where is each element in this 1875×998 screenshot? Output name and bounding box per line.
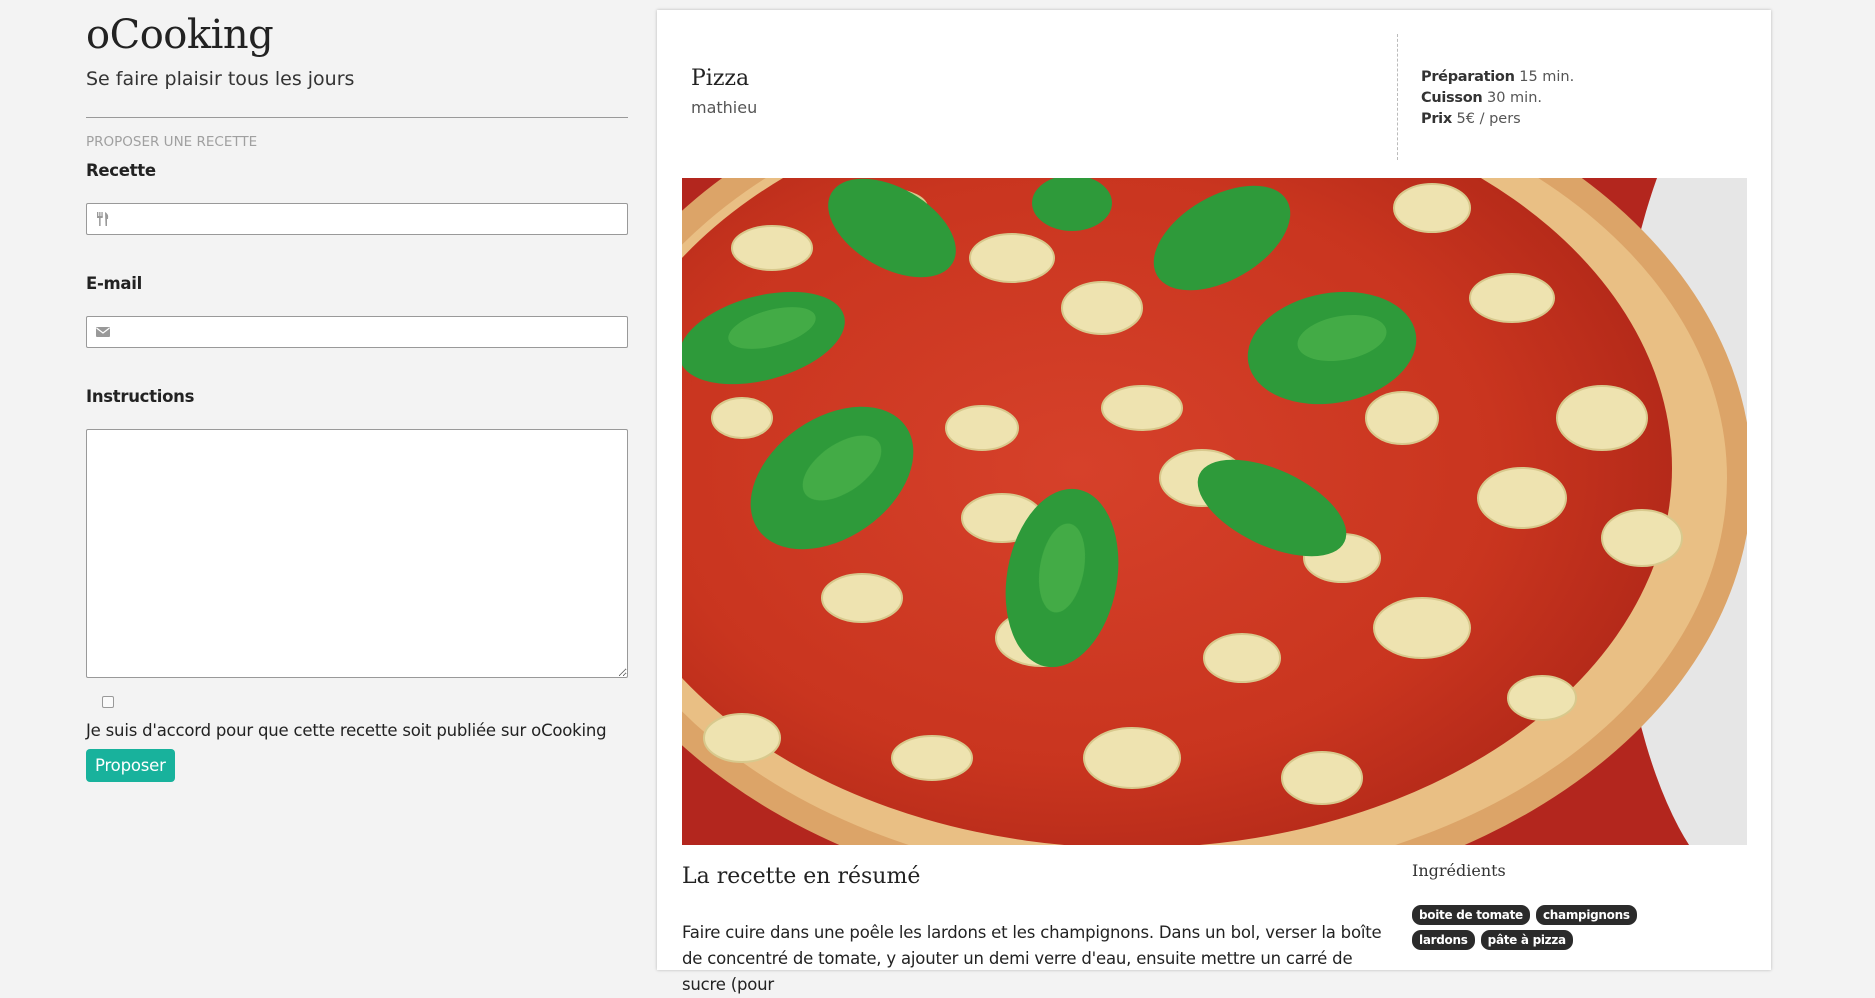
cook-value: 30 min. xyxy=(1487,90,1543,106)
ingredient-tag[interactable]: pâte à pizza xyxy=(1480,930,1573,950)
recipe-input[interactable] xyxy=(117,204,617,234)
recipe-title: Pizza xyxy=(691,66,750,91)
prep-label: Préparation xyxy=(1421,69,1515,85)
summary-text: Faire cuire dans une poêle les lardons e… xyxy=(682,923,1382,994)
prep-value: 15 min. xyxy=(1519,69,1575,85)
form-section-title: PROPOSER UNE RECETTE xyxy=(86,134,258,150)
recipe-card: Pizza mathieu Préparation 15 min. Cuisso… xyxy=(657,10,1771,994)
recipe-author: mathieu xyxy=(691,98,758,117)
cook-time: Cuisson 30 min. xyxy=(1421,88,1574,109)
price-value: 5€ / pers xyxy=(1456,111,1521,127)
prep-time: Préparation 15 min. xyxy=(1421,67,1574,88)
site-tagline: Se faire plaisir tous les jours xyxy=(86,68,355,90)
cook-label: Cuisson xyxy=(1421,90,1483,106)
submit-button[interactable]: Proposer xyxy=(86,749,175,782)
recipe-field xyxy=(86,203,628,235)
consent-checkbox[interactable] xyxy=(102,696,114,708)
sidebar: oCooking Se faire plaisir tous les jours… xyxy=(86,0,628,782)
envelope-icon xyxy=(96,327,110,337)
ingredients-title: Ingrédients xyxy=(1412,861,1506,880)
recipe-label: Recette xyxy=(86,161,156,180)
ingredient-tags: boite de tomate champignons lardons pâte… xyxy=(1412,904,1692,954)
utensils-icon xyxy=(97,212,109,226)
ingredient-tag[interactable]: boite de tomate xyxy=(1412,905,1530,925)
pizza-image xyxy=(682,178,1747,845)
email-input[interactable] xyxy=(117,317,617,347)
consent-label: Je suis d'accord pour que cette recette … xyxy=(86,721,607,740)
divider xyxy=(86,117,628,118)
email-label: E-mail xyxy=(86,274,142,293)
ingredient-tag[interactable]: lardons xyxy=(1412,930,1475,950)
instructions-label: Instructions xyxy=(86,387,195,406)
recipe-meta: Préparation 15 min. Cuisson 30 min. Prix… xyxy=(1421,67,1574,130)
summary-title: La recette en résumé xyxy=(682,864,921,889)
recipe-photo xyxy=(682,178,1747,845)
email-field xyxy=(86,316,628,348)
ingredient-tag[interactable]: champignons xyxy=(1535,905,1637,925)
price: Prix 5€ / pers xyxy=(1421,109,1574,130)
price-label: Prix xyxy=(1421,111,1452,127)
site-logo[interactable]: oCooking xyxy=(86,15,628,55)
instructions-textarea[interactable] xyxy=(86,429,628,678)
meta-divider xyxy=(1397,34,1398,160)
